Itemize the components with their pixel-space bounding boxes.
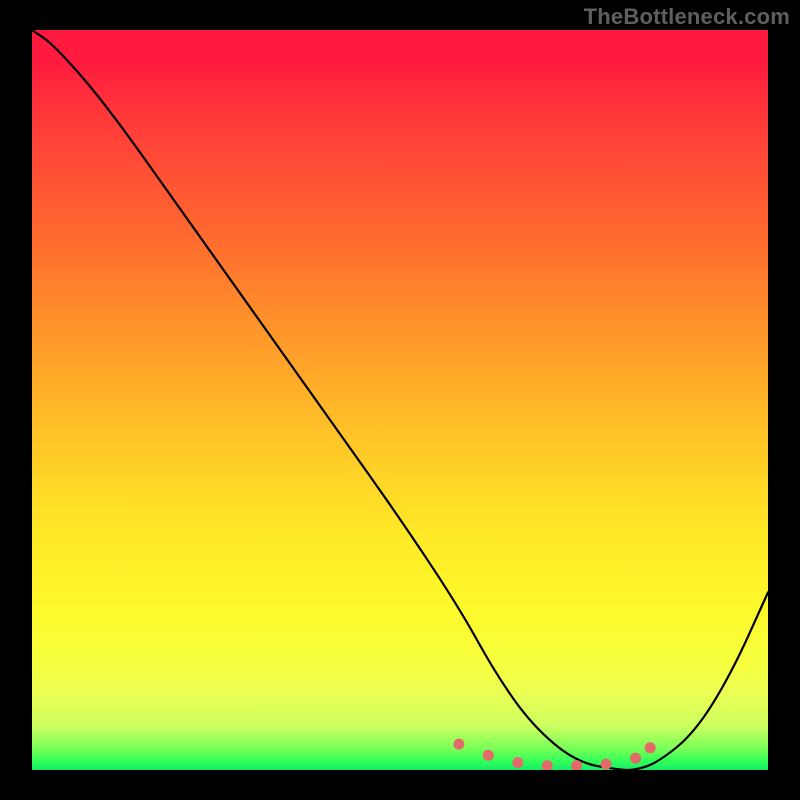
valley-marker xyxy=(645,742,656,753)
watermark-label: TheBottleneck.com xyxy=(584,4,790,30)
plot-area xyxy=(32,30,768,770)
valley-marker xyxy=(512,757,523,768)
valley-marker xyxy=(483,750,494,761)
chart-frame: TheBottleneck.com xyxy=(0,0,800,800)
curve-path xyxy=(32,30,768,770)
valley-marker xyxy=(453,739,464,750)
chart-svg xyxy=(32,30,768,770)
valley-marker xyxy=(601,759,612,770)
valley-marker xyxy=(542,760,553,770)
valley-marker xyxy=(630,753,641,764)
